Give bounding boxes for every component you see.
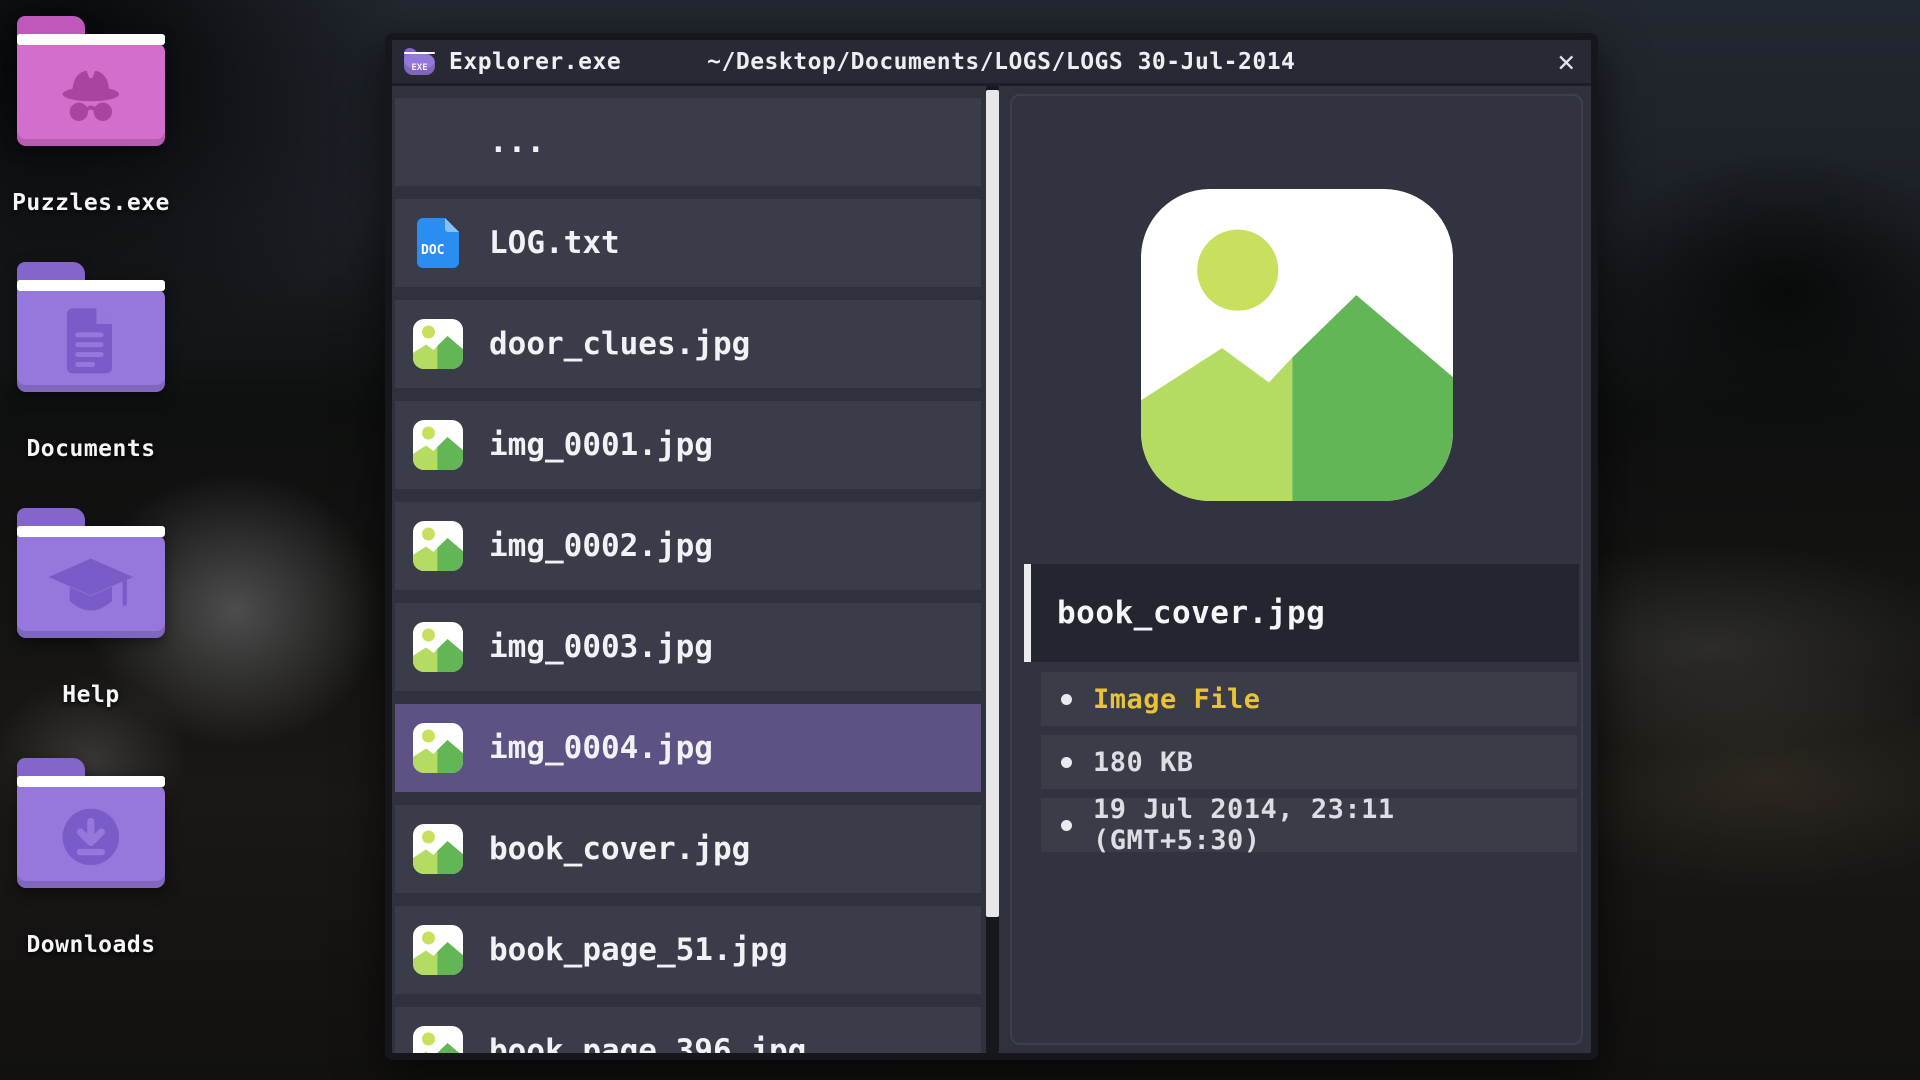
image-file-icon bbox=[413, 319, 463, 369]
file-detail-row: 180 KB bbox=[1041, 735, 1577, 789]
folder-icon bbox=[17, 508, 165, 638]
exe-badge: EXE bbox=[411, 63, 427, 73]
file-list: ... DOC LOG.txt door_clues.jpg bbox=[392, 86, 984, 1053]
explorer-window: EXE Explorer.exe ~/Desktop/Documents/LOG… bbox=[385, 33, 1598, 1060]
preview-filename: book_cover.jpg bbox=[1024, 564, 1579, 662]
detail-text: 19 Jul 2014, 23:11 (GMT+5:30) bbox=[1093, 794, 1577, 856]
breadcrumb-path: ~/Desktop/Documents/LOGS/LOGS 30-Jul-201… bbox=[707, 49, 1295, 75]
folder-icon bbox=[17, 16, 165, 146]
preview-filename-text: book_cover.jpg bbox=[1057, 595, 1325, 631]
file-name: door_clues.jpg bbox=[489, 326, 750, 362]
file-type-icon bbox=[413, 521, 463, 571]
bullet-icon bbox=[1061, 694, 1072, 705]
image-file-icon bbox=[413, 824, 463, 874]
desktop-icon-label: Puzzles.exe bbox=[12, 190, 170, 216]
window-title: Explorer.exe bbox=[449, 49, 621, 75]
file-type-icon bbox=[413, 420, 463, 470]
document-icon bbox=[42, 307, 140, 375]
desktop-icon-label: Documents bbox=[12, 436, 170, 462]
file-name: img_0003.jpg bbox=[489, 629, 713, 665]
file-details: Image File 180 KB 19 Jul 2014, 23:11 (GM… bbox=[1041, 672, 1577, 861]
file-name: img_0001.jpg bbox=[489, 427, 713, 463]
incognito-icon bbox=[42, 61, 140, 129]
file-type-icon bbox=[413, 622, 463, 672]
window-body: ... DOC LOG.txt door_clues.jpg bbox=[392, 86, 1591, 1053]
preview-pane: book_cover.jpg Image File 180 KB 19 Jul … bbox=[1010, 94, 1583, 1045]
detail-text: 180 KB bbox=[1093, 747, 1194, 778]
desktop-icon[interactable]: Puzzles.exe bbox=[12, 16, 170, 216]
desktop-icon-label: Help bbox=[12, 682, 170, 708]
folder-icon bbox=[17, 758, 165, 888]
file-type-icon bbox=[413, 117, 463, 167]
file-name: img_0002.jpg bbox=[489, 528, 713, 564]
folder-icon bbox=[17, 262, 165, 392]
image-file-icon bbox=[413, 723, 463, 773]
file-detail-row: 19 Jul 2014, 23:11 (GMT+5:30) bbox=[1041, 798, 1577, 852]
file-name: book_page_396.jpg bbox=[489, 1033, 806, 1053]
image-file-icon bbox=[413, 521, 463, 571]
file-row[interactable]: img_0001.jpg bbox=[395, 401, 981, 489]
file-type-icon bbox=[413, 723, 463, 773]
desktop-icon[interactable]: Documents bbox=[12, 262, 170, 462]
file-row[interactable]: img_0003.jpg bbox=[395, 603, 981, 691]
image-file-icon bbox=[413, 925, 463, 975]
desktop-icon-label: Downloads bbox=[12, 932, 170, 958]
file-name: book_cover.jpg bbox=[489, 831, 750, 867]
file-row[interactable]: DOC LOG.txt bbox=[395, 199, 981, 287]
image-file-icon bbox=[413, 420, 463, 470]
image-file-icon bbox=[413, 1026, 463, 1053]
file-type-icon bbox=[413, 824, 463, 874]
file-type-icon bbox=[413, 1026, 463, 1053]
file-name: book_page_51.jpg bbox=[489, 932, 788, 968]
graduation-cap-icon bbox=[42, 553, 140, 621]
desktop-icon[interactable]: Downloads bbox=[12, 758, 170, 958]
file-row[interactable]: book_page_51.jpg bbox=[395, 906, 981, 994]
bullet-icon bbox=[1061, 757, 1072, 768]
file-type-icon: DOC bbox=[413, 218, 463, 268]
file-detail-row: Image File bbox=[1041, 672, 1577, 726]
doc-file-icon: DOC bbox=[413, 218, 463, 268]
file-type-icon bbox=[413, 925, 463, 975]
download-icon bbox=[42, 803, 140, 871]
file-type-icon bbox=[413, 319, 463, 369]
file-row[interactable]: ... bbox=[395, 98, 981, 186]
svg-text:DOC: DOC bbox=[421, 243, 444, 258]
bullet-icon bbox=[1061, 820, 1072, 831]
scrollbar-track[interactable] bbox=[986, 86, 999, 1053]
scrollbar-thumb[interactable] bbox=[986, 90, 999, 917]
image-file-icon bbox=[413, 622, 463, 672]
file-row[interactable]: book_page_396.jpg bbox=[395, 1007, 981, 1053]
desktop: Puzzles.exe Documents Help bbox=[0, 0, 320, 1080]
file-name: LOG.txt bbox=[489, 225, 620, 261]
titlebar[interactable]: EXE Explorer.exe ~/Desktop/Documents/LOG… bbox=[392, 40, 1591, 86]
file-row[interactable]: door_clues.jpg bbox=[395, 300, 981, 388]
file-row[interactable]: book_cover.jpg bbox=[395, 805, 981, 893]
image-preview-icon bbox=[1141, 189, 1453, 501]
file-row[interactable]: img_0004.jpg bbox=[395, 704, 981, 792]
file-name: img_0004.jpg bbox=[489, 730, 713, 766]
close-button[interactable]: ✕ bbox=[1558, 47, 1575, 76]
file-row[interactable]: img_0002.jpg bbox=[395, 502, 981, 590]
detail-text: Image File bbox=[1093, 684, 1261, 715]
file-name: ... bbox=[489, 124, 545, 160]
desktop-icon[interactable]: Help bbox=[12, 508, 170, 708]
image-file-icon bbox=[1141, 189, 1453, 501]
explorer-app-icon: EXE bbox=[404, 48, 435, 75]
